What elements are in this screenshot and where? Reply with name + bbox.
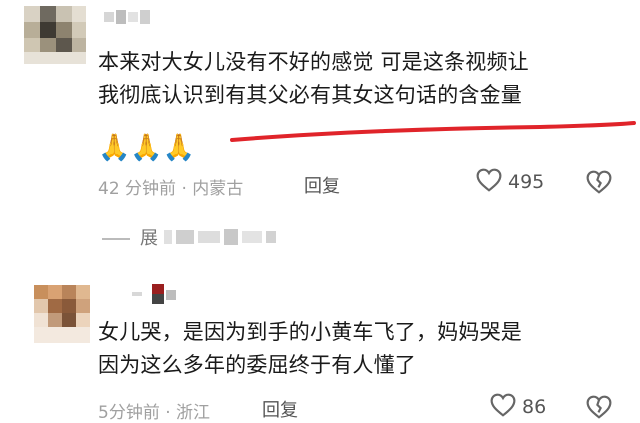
dislike-button[interactable]	[586, 395, 612, 423]
expand-replies-label: 展	[140, 228, 158, 249]
blurred-text	[164, 229, 276, 245]
avatar[interactable]	[24, 6, 86, 64]
comment-text-line: 本来对大女儿没有不好的感觉 可是这条视频让	[98, 50, 529, 74]
comment-text: 本来对大女儿没有不好的感觉 可是这条视频让 我彻底认识到有其父必有其女这句话的含…	[98, 46, 529, 112]
comment-text-line: 因为这么多年的委屈终于有人懂了	[98, 353, 416, 377]
comment-meta: 42 分钟前 · 内蒙古	[98, 179, 244, 199]
reply-button[interactable]: 回复	[262, 396, 298, 422]
dislike-button[interactable]	[586, 170, 612, 198]
comment-meta: 5分钟前 · 浙江	[98, 403, 211, 423]
expand-replies-row[interactable]: 展	[140, 222, 276, 252]
reply-button[interactable]: 回复	[304, 172, 340, 198]
avatar[interactable]	[34, 285, 90, 343]
fold-divider	[102, 238, 130, 240]
username-blurred[interactable]	[104, 8, 152, 28]
heart-icon	[476, 168, 502, 196]
like-count: 86	[522, 396, 547, 418]
reaction-emojis: 🙏🙏🙏	[98, 133, 196, 163]
comment-text-line: 我彻底认识到有其父必有其女这句话的含金量	[98, 83, 522, 107]
heart-icon	[490, 393, 516, 421]
like-button[interactable]: 495	[476, 168, 544, 196]
broken-heart-icon	[586, 395, 612, 423]
comment-text-line: 女儿哭，是因为到手的小黄车飞了，妈妈哭是	[98, 320, 522, 344]
broken-heart-icon	[586, 170, 612, 198]
like-button[interactable]: 86	[490, 393, 546, 421]
comment-text: 女儿哭，是因为到手的小黄车飞了，妈妈哭是 因为这么多年的委屈终于有人懂了	[98, 316, 522, 382]
like-count: 495	[508, 171, 545, 193]
username-blurred[interactable]	[132, 284, 180, 306]
